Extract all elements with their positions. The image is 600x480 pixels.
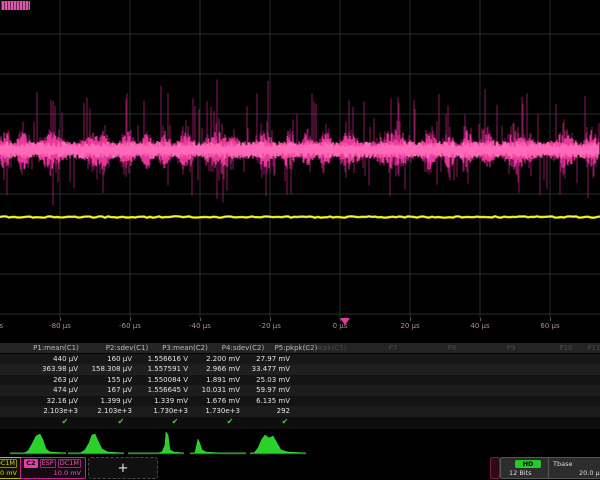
time-axis-label: 40 µs (470, 322, 489, 330)
time-axis-label: 60 µs (540, 322, 559, 330)
measure-value-mean: 2.966 mV (206, 365, 240, 373)
hd-mode-badge: HD (515, 460, 541, 468)
measure-header-disabled[interactable]: P7 (389, 344, 398, 352)
channel-c1-descriptor[interactable]: C1 DC1M 10.0 mV (0, 457, 22, 479)
measure-value-sdev: 1.339 mV (154, 397, 188, 405)
measure-value-sdev: 1.676 mV (206, 397, 240, 405)
table-row: 32.16 µV 1.399 µV 1.339 mV 1.676 mV 6.135 mV (0, 396, 600, 407)
c2-esp-tag: ESP (40, 459, 56, 468)
axis-tick (340, 318, 341, 321)
measure-value-value: 1.556616 V (148, 355, 188, 363)
measure-value-min: 155 µV (107, 376, 132, 384)
measure-value-num: 2.103e+3 (43, 407, 78, 415)
trigger-descriptor-edge[interactable] (490, 457, 500, 479)
time-axis-label: -60 µs (119, 322, 141, 330)
tbase-label: Tbase (553, 460, 572, 468)
time-axis-label: 0 µs (333, 322, 348, 330)
measure-value-sdev: 6.135 mV (256, 397, 290, 405)
status-check-icon: ✔ (282, 417, 289, 426)
axis-tick (550, 318, 551, 321)
measure-value-value: 440 µV (53, 355, 78, 363)
measure-header-disabled[interactable]: P9 (507, 344, 516, 352)
c2-badge: C2 (24, 459, 37, 468)
table-row: ✔ ✔ ✔ ✔ ✔ (0, 417, 600, 429)
status-check-icon: ✔ (62, 417, 69, 426)
axis-tick (480, 318, 481, 321)
table-row: 263 µV 155 µV 1.550084 V 1.891 mV 25.03 mV (0, 375, 600, 386)
axis-tick (60, 318, 61, 321)
measure-value-mean: 1.557591 V (148, 365, 188, 373)
bit-depth-label: 12 Bits (509, 469, 532, 477)
measure-value-min: 1.550084 V (148, 376, 188, 384)
measure-value-num: 1.730e+3 (153, 407, 188, 415)
time-axis-label: 20 µs (400, 322, 419, 330)
table-row: 2.103e+3 2.103e+3 1.730e+3 1.730e+3 292 (0, 406, 600, 417)
axis-tick (200, 318, 201, 321)
divider (548, 458, 549, 478)
measure-header[interactable]: P2:sdev(C1) (106, 344, 148, 352)
measure-header-disabled[interactable]: P10 (559, 344, 572, 352)
measure-value-sdev: 32.16 µV (46, 397, 78, 405)
measure-header[interactable]: P3:mean(C2) (162, 344, 208, 352)
c1-coupling-tag: DC1M (0, 459, 17, 468)
measure-value-value: 2.200 mV (206, 355, 240, 363)
axis-tick (270, 318, 271, 321)
waveform-grid-area (0, 0, 600, 318)
measure-header-disabled[interactable]: P11 (587, 344, 600, 352)
oscilloscope-screen: -100 µs -80 µs -60 µs -40 µs -20 µs 0 µs 20 µs… (0, 0, 600, 480)
measure-value-num: 1.730e+3 (205, 407, 240, 415)
time-axis-label: -80 µs (49, 322, 71, 330)
axis-tick (410, 318, 411, 321)
measure-value-min: 263 µV (53, 376, 78, 384)
measure-header[interactable]: P4:sdev(C2) (222, 344, 264, 352)
parameter-histicons (0, 428, 600, 456)
time-axis-label: -100 µs (0, 322, 3, 330)
measure-header-disabled[interactable]: P6:pkpk(C5) (304, 344, 347, 352)
table-row: 440 µV 160 µV 1.556616 V 2.200 mV 27.97 mV (0, 354, 600, 365)
plus-icon: + (118, 461, 129, 476)
measure-value-num: 2.103e+3 (97, 407, 132, 415)
measure-value-max: 474 µV (53, 386, 78, 394)
table-row: 363.98 µV 158.308 µV 1.557591 V 2.966 mV 33.… (0, 364, 600, 375)
table-row: 474 µV 167 µV 1.556645 V 10.031 mV 59.97 mV (0, 385, 600, 396)
measure-value-num: 292 (277, 407, 290, 415)
status-check-icon: ✔ (172, 417, 179, 426)
measure-header-disabled[interactable]: P8 (448, 344, 457, 352)
measure-table: P1:mean(C1) P2:sdev(C1) P3:mean(C2) P4:sdev… (0, 343, 600, 429)
channel-c2-descriptor[interactable]: C2 ESP DC1M 10.0 mV (20, 457, 86, 479)
timebase-descriptor[interactable]: HD 12 Bits Tbase 20.0 µs (500, 457, 600, 479)
measure-value-mean: 158.308 µV (92, 365, 132, 373)
add-trace-button[interactable]: + (88, 457, 158, 479)
c2-vertical-scale: 10.0 mV (54, 469, 81, 478)
status-check-icon: ✔ (227, 417, 234, 426)
time-axis-label: -40 µs (189, 322, 211, 330)
time-axis-label: -20 µs (259, 322, 281, 330)
measure-value-min: 25.03 mV (256, 376, 290, 384)
measure-header[interactable]: P1:mean(C1) (33, 344, 79, 352)
measure-value-mean: 33.477 mV (252, 365, 290, 373)
measure-value-max: 1.556645 V (148, 386, 188, 394)
measure-value-max: 167 µV (107, 386, 132, 394)
measure-value-mean: 363.98 µV (42, 365, 78, 373)
status-check-icon: ✔ (118, 417, 125, 426)
measure-value-sdev: 1.399 µV (100, 397, 132, 405)
time-axis: -100 µs -80 µs -60 µs -40 µs -20 µs 0 µs 20 µs… (0, 318, 600, 334)
tbase-value: 20.0 µs (579, 469, 600, 477)
measure-value-min: 1.891 mV (206, 376, 240, 384)
axis-tick (130, 318, 131, 321)
c2-coupling-tag: DC1M (58, 459, 81, 468)
measure-value-max: 10.031 mV (202, 386, 240, 394)
measure-value-value: 160 µV (107, 355, 132, 363)
measure-value-max: 59.97 mV (256, 386, 290, 394)
measure-value-value: 27.97 mV (256, 355, 290, 363)
c1-vertical-scale: 10.0 mV (0, 469, 17, 478)
table-row: P1:mean(C1) P2:sdev(C1) P3:mean(C2) P4:sdev… (0, 343, 600, 353)
